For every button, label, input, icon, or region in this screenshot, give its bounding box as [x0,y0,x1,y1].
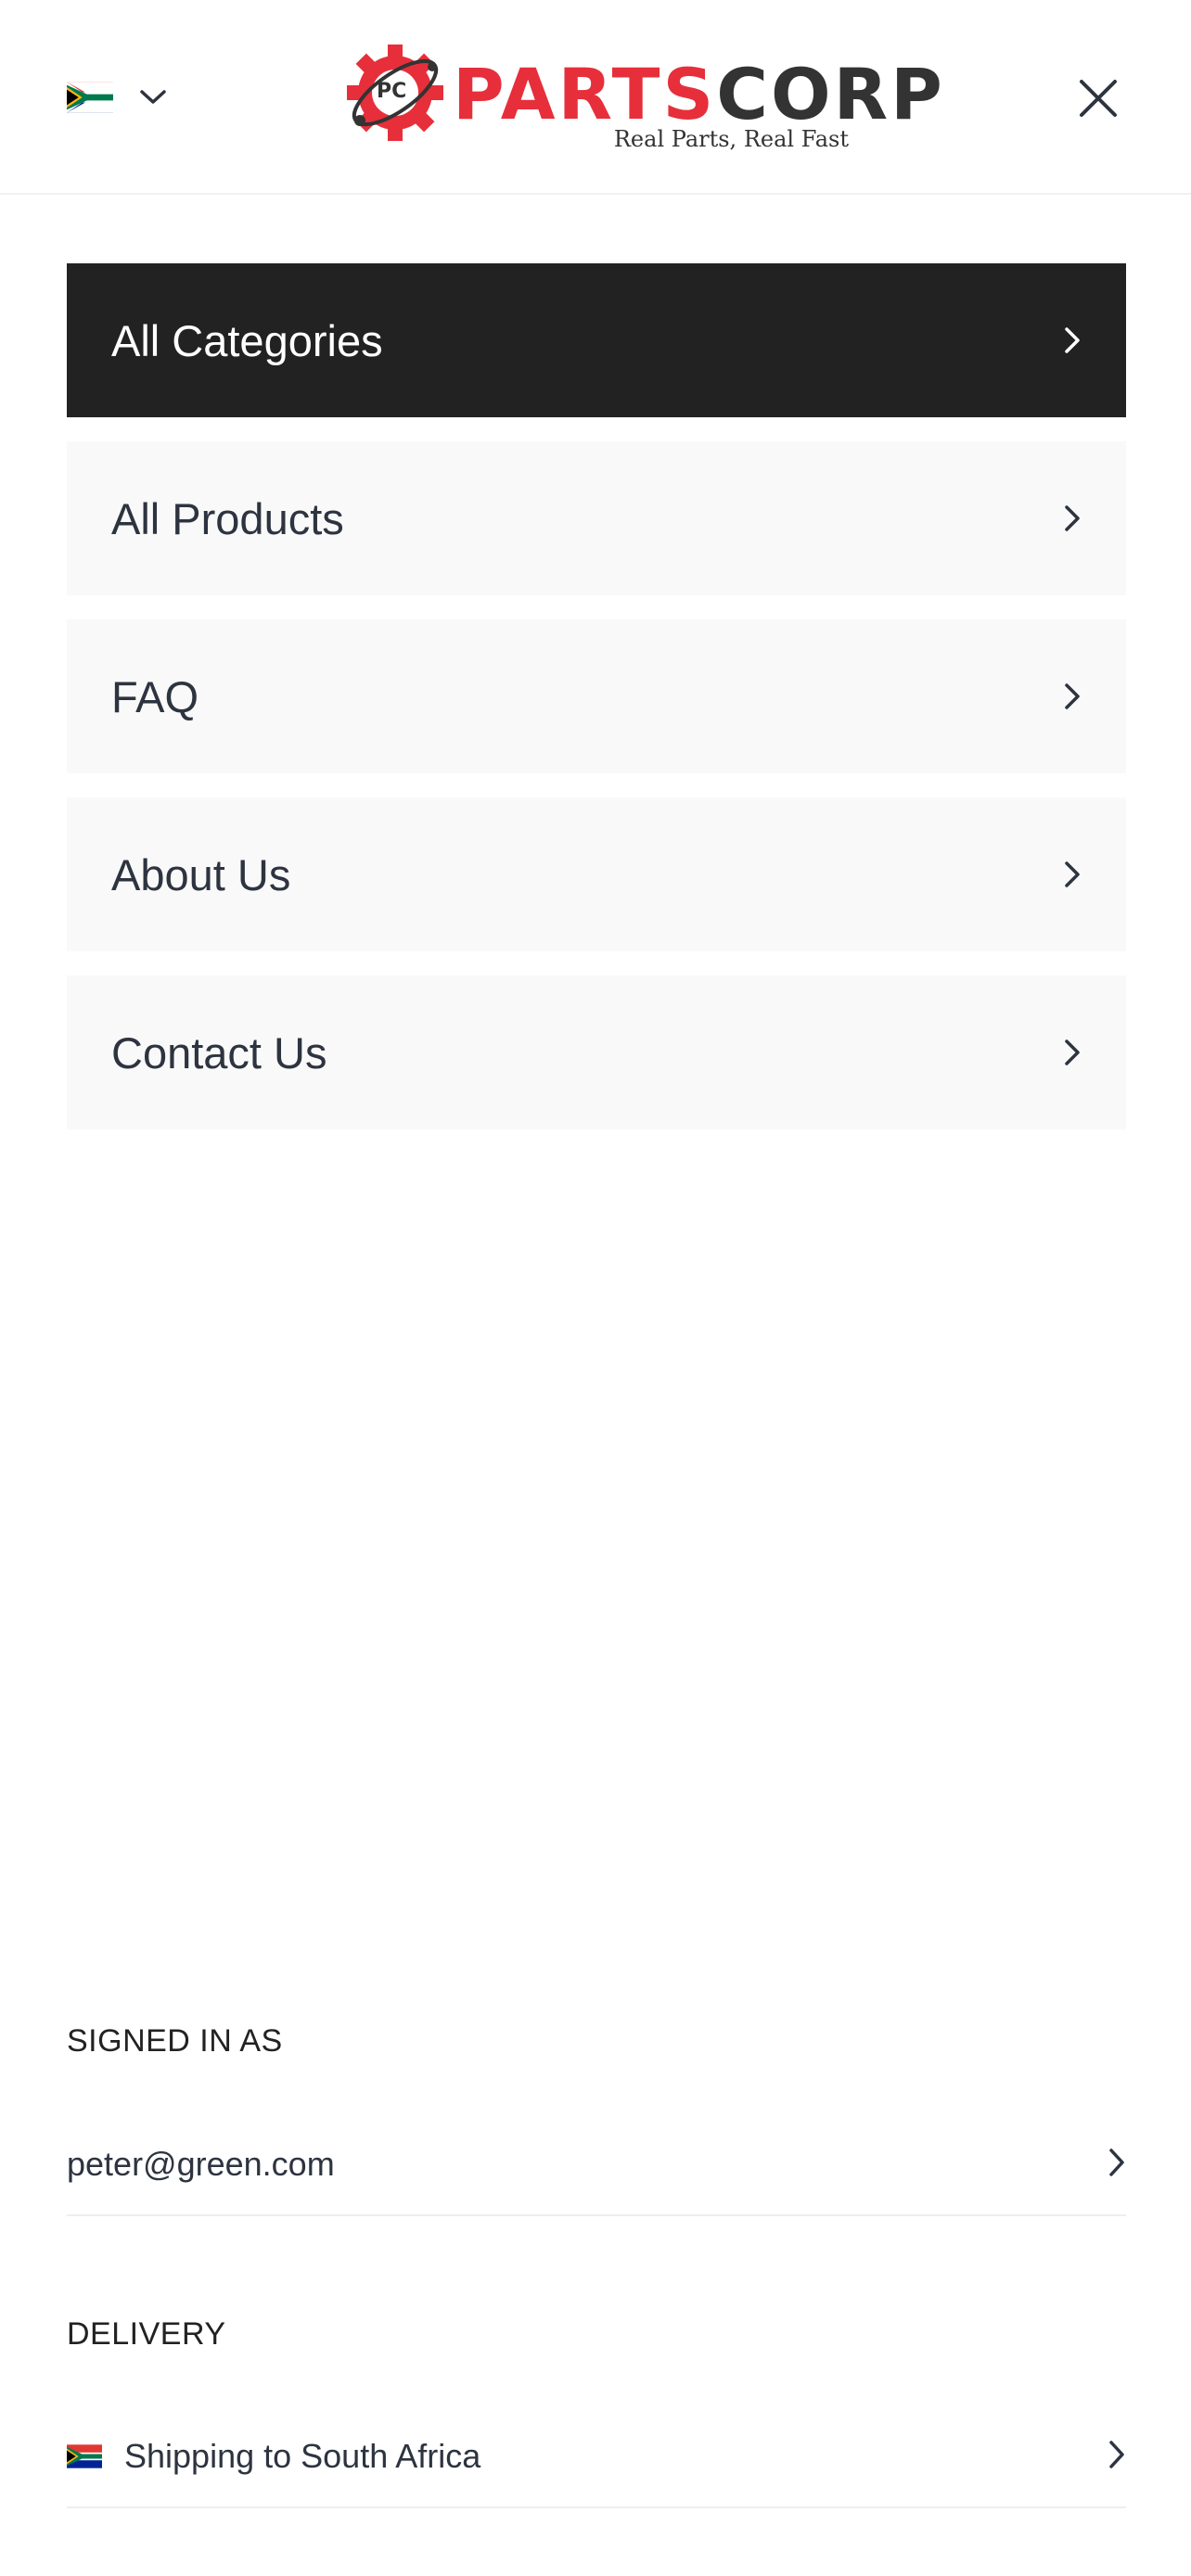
south-africa-flag-icon [67,82,113,113]
mobile-menu-page: PC PARTSCORP Real Parts, Real Fast All C… [0,0,1191,2576]
shipping-text: Shipping to South Africa [124,2437,481,2475]
shipping-info: Shipping to South Africa [67,2437,480,2476]
menu-item-label: All Categories [111,315,383,365]
menu-item-label: All Products [111,493,344,543]
logo-word-parts: PARTS [453,53,717,135]
menu-item-all-categories[interactable]: All Categories [67,263,1126,417]
signed-in-heading: SIGNED IN AS [67,2023,283,2059]
account-email: peter@green.com [67,2145,335,2183]
chevron-right-icon [1063,682,1082,710]
menu-item-faq[interactable]: FAQ [67,619,1126,773]
chevron-right-icon [1063,1039,1082,1066]
chevron-right-icon [1063,504,1082,532]
account-row[interactable]: peter@green.com [67,2114,1126,2216]
menu-item-label: About Us [111,849,291,899]
logo-wordmark: PARTSCORP [453,59,945,130]
logo-word-corp: CORP [716,53,945,135]
partscorp-logo[interactable]: PC PARTSCORP Real Parts, Real Fast [343,41,942,156]
menu-item-label: FAQ [111,671,199,721]
chevron-right-icon [1108,2148,1126,2182]
header: PC PARTSCORP Real Parts, Real Fast [0,0,1191,195]
close-menu-button[interactable] [1074,74,1122,122]
shipping-row[interactable]: Shipping to South Africa [67,2406,1126,2508]
menu-item-contact-us[interactable]: Contact Us [67,976,1126,1129]
main-menu: All Categories All Products FAQ About Us… [67,263,1126,1129]
menu-item-about-us[interactable]: About Us [67,797,1126,951]
chevron-right-icon [1063,861,1082,888]
delivery-heading: DELIVERY [67,2316,226,2352]
logo-badge-text: PC [377,80,407,103]
chevron-down-icon[interactable] [139,88,167,107]
close-icon[interactable] [1079,79,1118,118]
menu-item-label: Contact Us [111,1027,327,1078]
logo-tagline: Real Parts, Real Fast [613,126,849,152]
chevron-right-icon [1108,2440,1126,2474]
country-selector[interactable] [67,72,167,122]
chevron-right-icon [1063,326,1082,354]
menu-item-all-products[interactable]: All Products [67,441,1126,595]
south-africa-flag-icon [67,2444,102,2468]
